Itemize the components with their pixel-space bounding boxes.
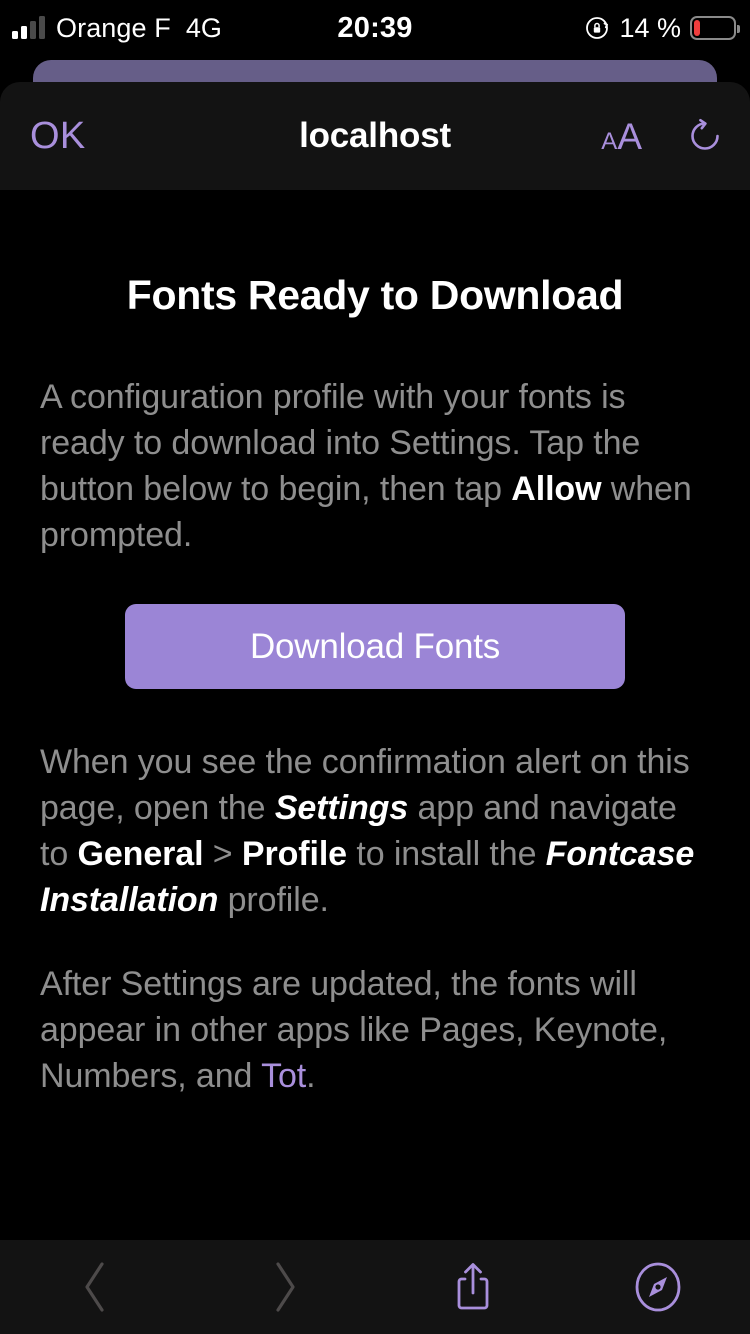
followup-paragraph: After Settings are updated, the fonts wi… [0, 961, 750, 1099]
intro-paragraph: A configuration profile with your fonts … [0, 374, 750, 558]
web-page-content: Fonts Ready to Download A configuration … [0, 190, 750, 1240]
chevron-left-icon [80, 1260, 110, 1314]
download-button-container: Download Fonts [0, 558, 750, 739]
tabs-button[interactable] [566, 1240, 750, 1334]
tot-app-link[interactable]: Tot [261, 1057, 306, 1095]
safari-browser-screen: Orange F 4G 20:39 14 % OK localhost AA F… [0, 0, 750, 1334]
rotation-lock-icon [584, 15, 610, 41]
followup-part2: . [306, 1057, 316, 1095]
instructions-paragraph: When you see the confirmation alert on t… [0, 739, 750, 923]
text-size-large-a: A [617, 115, 642, 157]
instructions-part4: to install the [347, 835, 546, 873]
download-fonts-button[interactable]: Download Fonts [125, 604, 625, 689]
profile-emphasis: Profile [241, 835, 347, 873]
chevron-right-icon [270, 1260, 300, 1314]
followup-part1: After Settings are updated, the fonts wi… [40, 965, 668, 1095]
status-bar: Orange F 4G 20:39 14 % [0, 0, 750, 56]
back-button[interactable] [0, 1240, 190, 1334]
allow-emphasis: Allow [511, 470, 602, 508]
status-bar-right: 14 % [584, 0, 740, 56]
text-size-aa-icon[interactable]: AA [601, 118, 642, 155]
page-title: Fonts Ready to Download [126, 272, 624, 318]
share-icon [453, 1260, 493, 1314]
nav-bar-actions: AA [601, 82, 724, 190]
share-button[interactable] [380, 1240, 566, 1334]
instructions-separator: > [203, 835, 242, 873]
browser-nav-bar: OK localhost AA [0, 82, 750, 190]
browser-toolbar [0, 1240, 750, 1334]
instructions-part5: profile. [218, 881, 329, 919]
safari-compass-icon [633, 1260, 683, 1314]
text-size-small-a: A [601, 127, 618, 155]
settings-emphasis: Settings [274, 789, 409, 827]
forward-button[interactable] [190, 1240, 380, 1334]
reload-icon[interactable] [686, 117, 724, 155]
battery-icon [690, 16, 740, 40]
battery-percentage: 14 % [619, 12, 681, 43]
general-emphasis: General [77, 835, 204, 873]
